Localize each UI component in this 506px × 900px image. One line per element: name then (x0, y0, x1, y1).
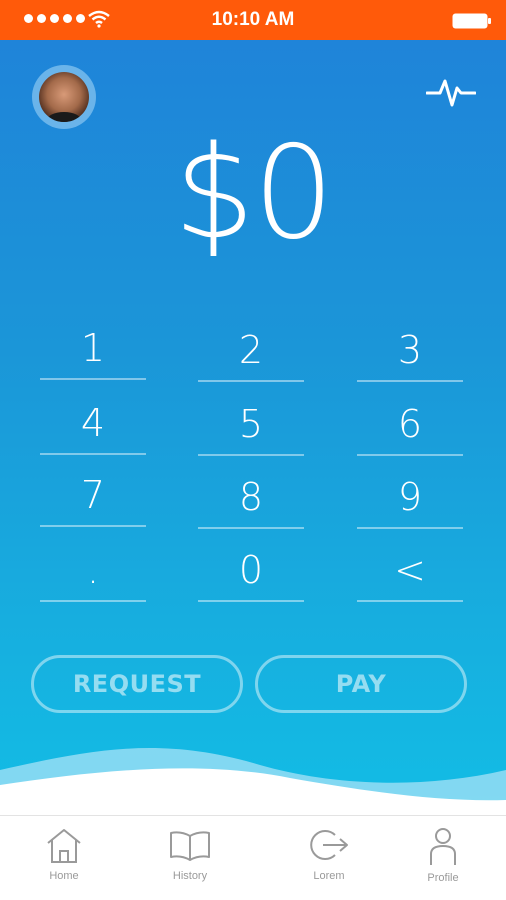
wave-decoration (0, 748, 506, 815)
key-2[interactable]: 2 (198, 322, 304, 382)
payment-panel: $0 1 2 3 4 5 6 7 8 9 . 0 < REQUEST PAY (0, 40, 506, 815)
tab-lorem-label: Lorem (313, 870, 345, 882)
key-6[interactable]: 6 (357, 396, 463, 456)
logout-icon (310, 830, 348, 860)
key-decimal[interactable]: . (40, 542, 146, 602)
key-4[interactable]: 4 (40, 395, 146, 455)
key-label: 6 (397, 402, 423, 446)
status-bar: 10:10 AM (0, 0, 506, 40)
key-label: 0 (238, 548, 264, 592)
tab-history[interactable]: History (145, 826, 235, 882)
book-icon (170, 831, 210, 861)
key-label: 4 (80, 401, 106, 445)
pay-button[interactable]: PAY (255, 655, 467, 713)
key-label: 3 (397, 328, 423, 372)
key-1[interactable]: 1 (40, 320, 146, 380)
tab-bar: Home History Lorem Profile (0, 815, 506, 900)
request-button[interactable]: REQUEST (31, 655, 243, 713)
key-label: 2 (238, 328, 264, 372)
avatar-image (39, 72, 89, 122)
key-3[interactable]: 3 (357, 322, 463, 382)
person-icon (430, 828, 456, 865)
tab-home[interactable]: Home (19, 826, 109, 882)
tab-profile[interactable]: Profile (398, 826, 488, 884)
key-8[interactable]: 8 (198, 469, 304, 529)
avatar[interactable] (32, 65, 96, 129)
key-label: 7 (80, 473, 106, 517)
home-icon (47, 829, 81, 863)
key-0[interactable]: 0 (198, 542, 304, 602)
key-label: 1 (80, 326, 106, 370)
tab-profile-label: Profile (427, 872, 459, 884)
key-backspace[interactable]: < (357, 542, 463, 602)
key-label: 5 (238, 402, 264, 446)
tab-home-label: Home (49, 870, 79, 882)
key-label: . (86, 548, 100, 592)
key-7[interactable]: 7 (40, 467, 146, 527)
key-label: 8 (238, 475, 264, 519)
activity-pulse-icon[interactable] (426, 76, 476, 108)
tab-lorem[interactable]: Lorem (284, 826, 374, 882)
key-5[interactable]: 5 (198, 396, 304, 456)
key-label: < (394, 548, 426, 592)
battery-icon (452, 13, 491, 29)
key-label: 9 (397, 475, 423, 519)
status-time: 10:10 AM (211, 9, 295, 30)
key-9[interactable]: 9 (357, 469, 463, 529)
tab-history-label: History (172, 870, 208, 882)
amount-display: $0 (173, 119, 335, 268)
